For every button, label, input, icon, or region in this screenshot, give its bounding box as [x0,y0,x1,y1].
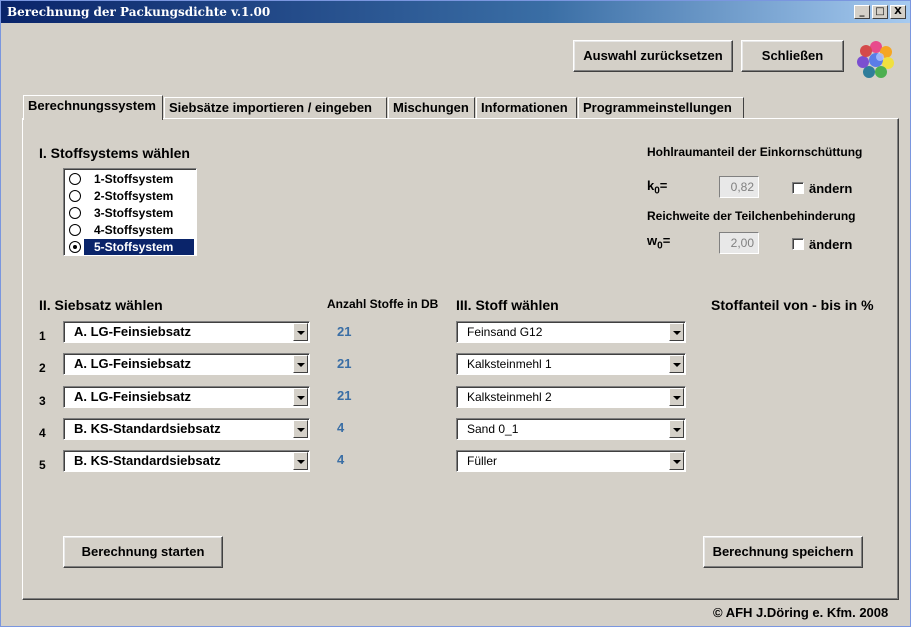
w0-change-label: ändern [809,237,853,252]
tab-label: Informationen [481,100,568,115]
stoff-select-1[interactable]: Feinsand G12 [456,321,686,343]
row-number: 4 [39,426,46,440]
stoff-count: 21 [337,324,352,339]
k0-change-label: ändern [809,181,853,196]
row-number: 3 [39,394,46,408]
radio-selected-icon [69,241,81,253]
hohlraum-title: Hohlraumanteil der Einkornschüttung [647,145,863,159]
window-controls: _ □ X [854,5,906,19]
k0-change-checkbox[interactable] [792,182,804,194]
k0-label: k0= [647,178,668,197]
radio-label: 1-Stoffsystem [94,172,174,186]
dropdown-arrow-icon[interactable] [293,452,308,470]
select-value: Füller [467,454,498,468]
minimize-button[interactable]: _ [854,5,870,19]
stoff-count: 21 [337,356,352,371]
close-button[interactable]: Schließen [741,40,844,72]
siebsatz-select-2[interactable]: A. LG-Feinsiebsatz [63,353,310,375]
stoff-count: 4 [337,420,345,435]
dropdown-arrow-icon[interactable] [669,388,684,406]
stoff-count: 4 [337,452,345,467]
anteil-title: Stoffanteil von - bis in % [711,297,874,313]
select-value: Sand 0_1 [467,422,519,436]
radio-option-5[interactable]: 5-Stoffsystem [66,239,194,255]
tab-label: Mischungen [393,100,469,115]
select-value: A. LG-Feinsiebsatz [74,389,192,404]
radio-label: 5-Stoffsystem [84,239,194,255]
reset-selection-button[interactable]: Auswahl zurücksetzen [573,40,733,72]
select-value: A. LG-Feinsiebsatz [74,324,192,339]
radio-circle-icon [69,224,81,236]
dropdown-arrow-icon[interactable] [669,420,684,438]
dropdown-arrow-icon[interactable] [669,452,684,470]
radio-option-4[interactable]: 4-Stoffsystem [66,222,194,238]
row-number: 5 [39,458,46,472]
w0-label: w0= [647,233,671,252]
reichweite-title: Reichweite der Teilchenbehinderung [647,209,856,223]
radio-label: 3-Stoffsystem [94,206,174,220]
radio-circle-icon [69,190,81,202]
copyright-text: © AFH J.Döring e. Kfm. 2008 [713,605,889,620]
tab-label: Siebsätze importieren / eingeben [169,100,372,115]
radio-circle-icon [69,173,81,185]
section2-title: II. Siebsatz wählen [39,297,163,313]
radio-option-3[interactable]: 3-Stoffsystem [66,205,194,221]
stoffsystem-radio-list: 1-Stoffsystem 2-Stoffsystem 3-Stoffsyste… [63,168,197,256]
stoff-count: 21 [337,388,352,403]
radio-circle-icon [69,207,81,219]
w0-change-checkbox[interactable] [792,238,804,250]
dropdown-arrow-icon[interactable] [293,388,308,406]
stoff-select-2[interactable]: Kalksteinmehl 1 [456,353,686,375]
row-number: 2 [39,361,46,375]
radio-option-1[interactable]: 1-Stoffsystem [66,171,194,187]
select-value: B. KS-Standardsiebsatz [74,453,221,468]
tab-informationen[interactable]: Informationen [476,97,577,119]
w0-input[interactable]: 2,00 [719,232,759,254]
dropdown-arrow-icon[interactable] [293,355,308,373]
select-value: Kalksteinmehl 1 [467,357,552,371]
tab-berechnungssystem[interactable]: Berechnungssystem [23,95,163,120]
radio-label: 2-Stoffsystem [94,189,174,203]
section3-title: III. Stoff wählen [456,297,559,313]
dropdown-arrow-icon[interactable] [669,323,684,341]
start-calculation-button[interactable]: Berechnung starten [63,536,223,568]
radio-label: 4-Stoffsystem [94,223,174,237]
tab-siebsaetze[interactable]: Siebsätze importieren / eingeben [164,97,387,119]
close-window-button[interactable]: X [890,5,906,19]
dropdown-arrow-icon[interactable] [293,420,308,438]
siebsatz-select-4[interactable]: B. KS-Standardsiebsatz [63,418,310,440]
tab-label: Berechnungssystem [28,98,156,113]
siebsatz-select-1[interactable]: A. LG-Feinsiebsatz [63,321,310,343]
count-header: Anzahl Stoffe in DB [327,297,439,311]
save-calculation-button[interactable]: Berechnung speichern [703,536,863,568]
tab-mischungen[interactable]: Mischungen [388,97,475,119]
tab-label: Programmeinstellungen [583,100,732,115]
select-value: Feinsand G12 [467,325,543,339]
app-window: Berechnung der Packungsdichte v.1.00 _ □… [0,0,911,627]
stoff-select-4[interactable]: Sand 0_1 [456,418,686,440]
stoff-select-5[interactable]: Füller [456,450,686,472]
section1-title: I. Stoffsystems wählen [39,145,190,161]
select-value: B. KS-Standardsiebsatz [74,421,221,436]
window-title: Berechnung der Packungsdichte v.1.00 [7,5,271,19]
dropdown-arrow-icon[interactable] [669,355,684,373]
siebsatz-select-3[interactable]: A. LG-Feinsiebsatz [63,386,310,408]
dropdown-arrow-icon[interactable] [293,323,308,341]
select-value: A. LG-Feinsiebsatz [74,356,192,371]
title-bar: Berechnung der Packungsdichte v.1.00 _ □… [1,1,910,23]
tab-programmeinstellungen[interactable]: Programmeinstellungen [578,97,744,119]
maximize-button[interactable]: □ [872,5,888,19]
select-value: Kalksteinmehl 2 [467,390,552,404]
row-number: 1 [39,329,46,343]
stoff-select-3[interactable]: Kalksteinmehl 2 [456,386,686,408]
siebsatz-select-5[interactable]: B. KS-Standardsiebsatz [63,450,310,472]
radio-option-2[interactable]: 2-Stoffsystem [66,188,194,204]
k0-input[interactable]: 0,82 [719,176,759,198]
molecule-logo-icon [857,41,894,78]
